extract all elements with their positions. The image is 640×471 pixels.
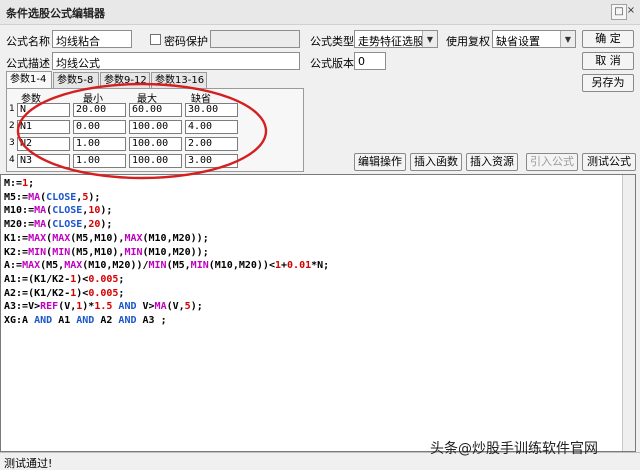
tab-params-9-12[interactable]: 参数9-12 bbox=[100, 72, 150, 88]
formula-name-input[interactable]: 均线粘合 bbox=[52, 30, 132, 48]
editor-scrollbar[interactable] bbox=[622, 175, 635, 451]
param-min-cell[interactable]: 1.00 bbox=[73, 154, 126, 168]
window-title: 条件选股公式编辑器 bbox=[6, 7, 105, 20]
ok-button[interactable]: 确 定 bbox=[582, 30, 634, 48]
param-min-cell[interactable]: 20.00 bbox=[73, 103, 126, 117]
save-as-button[interactable]: 另存为 bbox=[582, 74, 634, 92]
formula-code[interactable]: M:=1; M5:=MA(CLOSE,5); M10:=MA(CLOSE,10); M… bbox=[4, 177, 329, 328]
param-name-cell[interactable]: N2 bbox=[17, 137, 70, 151]
code-line: K1:=MAX(MAX(M5,M10),MAX(M10,M20)); bbox=[4, 232, 209, 244]
code-line: K2:=MIN(MIN(M5,M10),MIN(M10,M20)); bbox=[4, 246, 209, 258]
code-line: XG:A AND A1 AND A2 AND A3 ; bbox=[4, 315, 167, 327]
insert-function-button[interactable]: 插入函数 bbox=[410, 153, 462, 171]
param-max-cell[interactable]: 60.00 bbox=[129, 103, 182, 117]
param-default-cell[interactable]: 2.00 bbox=[185, 137, 238, 151]
code-line: A:=MAX(M5,MAX(M10,M20))/MIN(M5,MIN(M10,M… bbox=[4, 260, 330, 272]
code-line: A1:=(K1/K2-1)<0.005; bbox=[4, 273, 125, 285]
row-number: 2 bbox=[9, 121, 15, 131]
code-line: M10:=MA(CLOSE,10); bbox=[4, 205, 113, 217]
tab-params-5-8[interactable]: 参数5-8 bbox=[53, 72, 99, 88]
reuse-label: 使用复权 bbox=[446, 35, 490, 48]
cancel-button[interactable]: 取 消 bbox=[582, 52, 634, 70]
formula-type-value: 走势特征选股 bbox=[358, 35, 424, 48]
param-default-cell[interactable]: 30.00 bbox=[185, 103, 238, 117]
reuse-value: 缺省设置 bbox=[496, 35, 540, 48]
formula-version-input[interactable]: 0 bbox=[354, 52, 386, 70]
title-bar: 条件选股公式编辑器 □ × bbox=[0, 0, 640, 25]
tab-params-1-4[interactable]: 参数1-4 bbox=[6, 71, 52, 89]
formula-name-label: 公式名称 bbox=[6, 35, 50, 48]
code-line: M20:=MA(CLOSE,20); bbox=[4, 219, 113, 231]
row-number: 3 bbox=[9, 138, 15, 148]
param-max-cell[interactable]: 100.00 bbox=[129, 120, 182, 134]
code-line: A3:=V>REF(V,1)*1.5 AND V>MA(V,5); bbox=[4, 301, 203, 313]
password-label: 密码保护 bbox=[164, 35, 208, 48]
param-min-cell[interactable]: 0.00 bbox=[73, 120, 126, 134]
param-name-cell[interactable]: N bbox=[17, 103, 70, 117]
param-name-cell[interactable]: N3 bbox=[17, 154, 70, 168]
reuse-select[interactable]: 缺省设置 ▼ bbox=[492, 30, 576, 48]
formula-version-label: 公式版本 bbox=[310, 57, 354, 70]
password-input[interactable] bbox=[210, 30, 300, 48]
formula-type-label: 公式类型 bbox=[310, 35, 354, 48]
import-formula-button[interactable]: 引入公式 bbox=[526, 153, 578, 171]
tab-params-13-16[interactable]: 参数13-16 bbox=[151, 72, 207, 88]
chevron-down-icon: ▼ bbox=[422, 31, 437, 47]
formula-type-select[interactable]: 走势特征选股 ▼ bbox=[354, 30, 438, 48]
insert-resource-button[interactable]: 插入资源 bbox=[466, 153, 518, 171]
test-formula-button[interactable]: 测试公式 bbox=[582, 153, 636, 171]
row-number: 4 bbox=[9, 155, 15, 165]
code-line: M5:=MA(CLOSE,5); bbox=[4, 191, 101, 203]
param-min-cell[interactable]: 1.00 bbox=[73, 137, 126, 151]
param-panel: 参数 最小 最大 缺省 1 N 20.00 60.00 30.00 2 N1 0… bbox=[6, 88, 304, 172]
chevron-down-icon: ▼ bbox=[560, 31, 575, 47]
password-checkbox[interactable] bbox=[150, 34, 161, 45]
param-max-cell[interactable]: 100.00 bbox=[129, 154, 182, 168]
close-icon[interactable]: × bbox=[624, 4, 638, 18]
code-line: M:=1; bbox=[4, 178, 35, 189]
param-name-cell[interactable]: N1 bbox=[17, 120, 70, 134]
formula-desc-label: 公式描述 bbox=[6, 57, 50, 70]
param-default-cell[interactable]: 4.00 bbox=[185, 120, 238, 134]
code-line: A2:=(K1/K2-1)<0.005; bbox=[4, 287, 125, 299]
watermark: 头条@炒股手训练软件官网 bbox=[430, 441, 598, 457]
formula-editor-window: 条件选股公式编辑器 □ × 公式名称 均线粘合 密码保护 公式类型 走势特征选股… bbox=[0, 0, 640, 470]
param-default-cell[interactable]: 3.00 bbox=[185, 154, 238, 168]
edit-ops-button[interactable]: 编辑操作 bbox=[354, 153, 406, 171]
code-editor[interactable]: M:=1; M5:=MA(CLOSE,5); M10:=MA(CLOSE,10); M… bbox=[0, 174, 636, 452]
param-max-cell[interactable]: 100.00 bbox=[129, 137, 182, 151]
formula-desc-input[interactable]: 均线公式 bbox=[52, 52, 300, 70]
row-number: 1 bbox=[9, 104, 15, 114]
